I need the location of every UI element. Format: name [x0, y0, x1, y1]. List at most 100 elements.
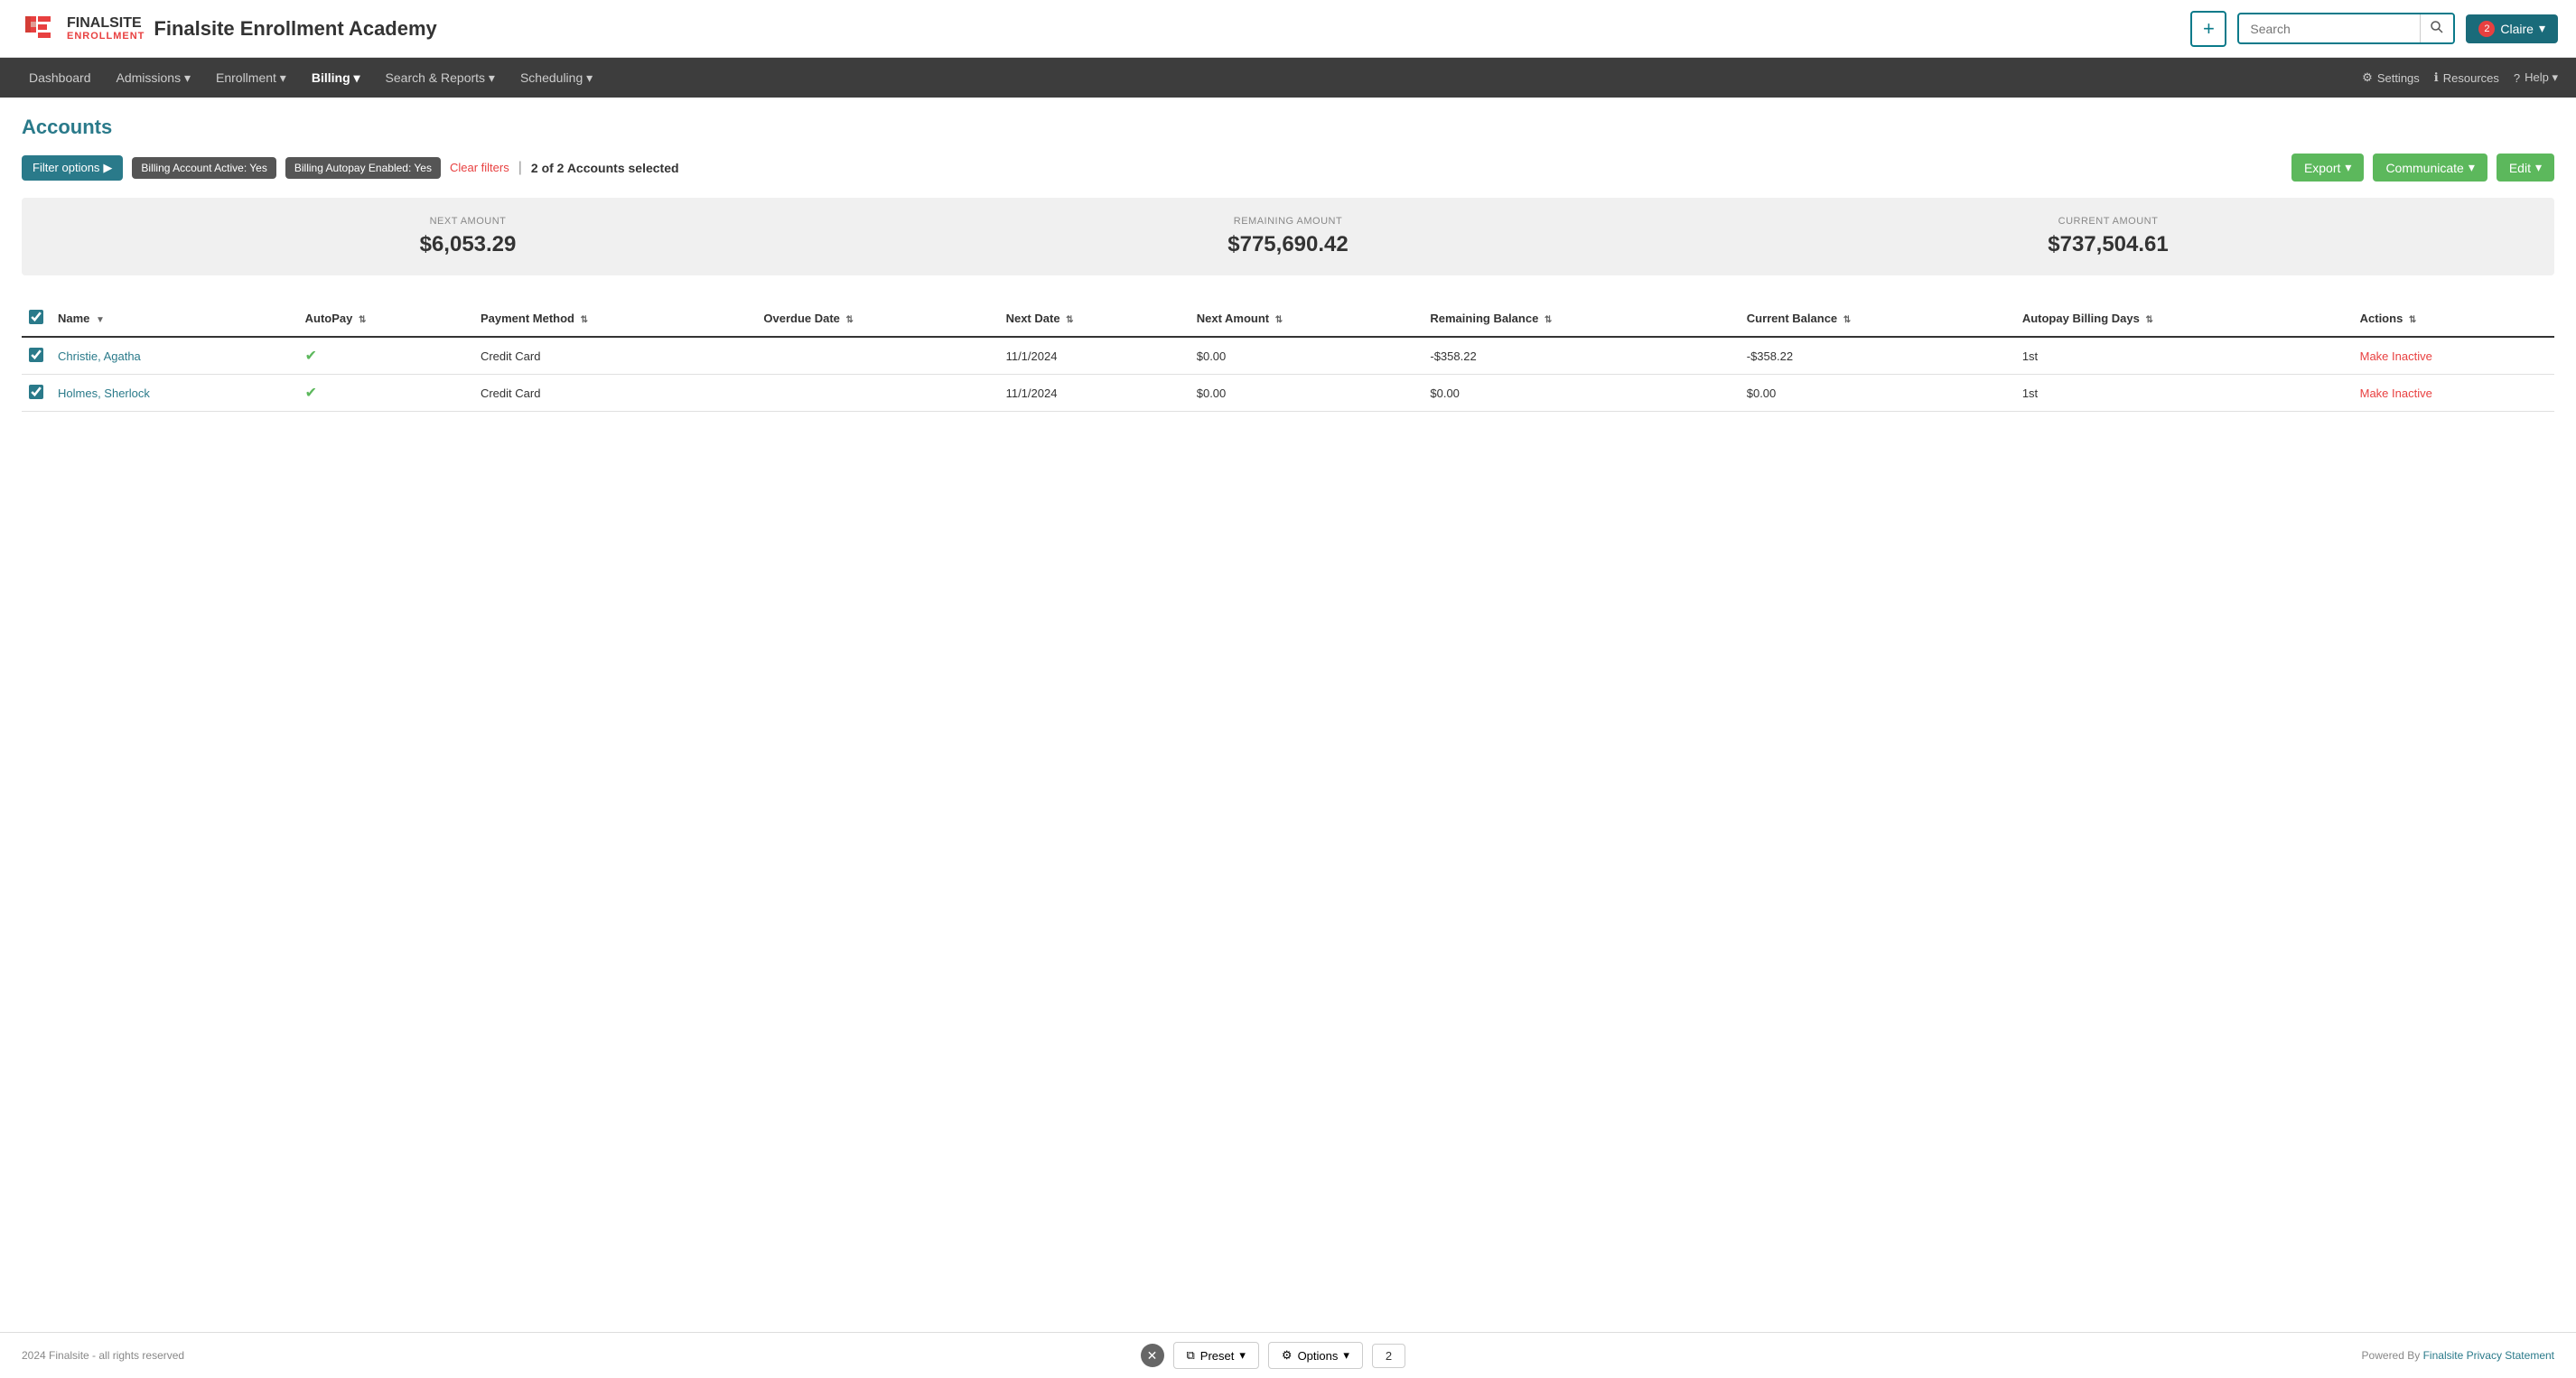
help-label: Help ▾	[2525, 70, 2558, 85]
search-icon	[2430, 20, 2444, 34]
communicate-chevron-icon: ▾	[2469, 160, 2475, 175]
col-name[interactable]: Name ▼	[51, 301, 298, 337]
help-icon: ?	[2514, 71, 2520, 85]
divider: |	[518, 160, 522, 176]
nav-item-scheduling[interactable]: Scheduling ▾	[509, 63, 603, 93]
finalsite-link[interactable]: Finalsite	[2423, 1349, 2467, 1362]
privacy-link[interactable]: Privacy Statement	[2467, 1349, 2554, 1362]
communicate-button[interactable]: Communicate ▾	[2373, 154, 2487, 182]
row-checkbox-0[interactable]	[29, 348, 43, 362]
edit-button[interactable]: Edit ▾	[2497, 154, 2554, 182]
user-menu-button[interactable]: 2 Claire ▾	[2466, 14, 2558, 43]
col-current-balance[interactable]: Current Balance ⇅	[1740, 301, 2015, 337]
logo-icon	[18, 9, 58, 49]
nav-item-billing[interactable]: Billing ▾	[301, 63, 371, 93]
col-next-date[interactable]: Next Date ⇅	[999, 301, 1190, 337]
search-input[interactable]	[2239, 16, 2420, 42]
options-chevron-icon: ▾	[1343, 1348, 1349, 1363]
options-gear-icon: ⚙	[1282, 1348, 1293, 1363]
row-checkbox-cell	[22, 337, 51, 375]
row-name-link-1[interactable]: Holmes, Sherlock	[58, 386, 150, 400]
settings-nav-item[interactable]: ⚙ Settings	[2362, 70, 2420, 85]
clear-filters-link[interactable]: Clear filters	[450, 161, 509, 174]
brand-sub: ENROLLMENT	[67, 31, 145, 42]
search-button[interactable]	[2420, 14, 2453, 42]
nav-item-dashboard[interactable]: Dashboard	[18, 63, 102, 92]
col-autopay[interactable]: AutoPay ⇅	[298, 301, 473, 337]
filter-options-button[interactable]: Filter options ▶	[22, 155, 123, 181]
info-icon: ℹ	[2434, 70, 2439, 85]
table-row: Holmes, Sherlock ✔ Credit Card 11/1/2024…	[22, 375, 2554, 412]
select-all-checkbox[interactable]	[29, 310, 43, 324]
filter-tag-active: Billing Account Active: Yes	[132, 157, 275, 179]
search-box	[2237, 13, 2455, 44]
brand-name: FINALSITE	[67, 15, 145, 32]
row-checkbox-cell	[22, 375, 51, 412]
filter-bar: Filter options ▶ Billing Account Active:…	[22, 154, 2554, 182]
close-footer-button[interactable]: ✕	[1141, 1344, 1164, 1367]
nav-right: ⚙ Settings ℹ Resources ? Help ▾	[2362, 70, 2558, 85]
row-action-link-1[interactable]: Make Inactive	[2360, 386, 2432, 400]
row-autopay-cell: ✔	[298, 375, 473, 412]
row-next-amount-cell: $0.00	[1190, 375, 1423, 412]
filter-tag-autopay: Billing Autopay Enabled: Yes	[285, 157, 441, 179]
row-action-link-0[interactable]: Make Inactive	[2360, 349, 2432, 363]
row-action-cell: Make Inactive	[2353, 337, 2554, 375]
footer-count: 2	[1372, 1344, 1405, 1368]
current-amount-value: $737,504.61	[1698, 232, 2518, 257]
selected-count: 2 of 2 Accounts selected	[531, 161, 679, 175]
preset-button[interactable]: ⧉ Preset ▾	[1173, 1342, 1259, 1369]
row-current-balance-cell: -$358.22	[1740, 337, 2015, 375]
footer-center: ✕ ⧉ Preset ▾ ⚙ Options ▾ 2	[1141, 1342, 1406, 1369]
next-date-sort-icon: ⇅	[1066, 315, 1073, 325]
remaining-amount-value: $775,690.42	[878, 232, 1698, 257]
edit-label: Edit	[2509, 161, 2531, 175]
main-nav: Dashboard Admissions ▾ Enrollment ▾ Bill…	[0, 58, 2576, 98]
row-name-link-0[interactable]: Christie, Agatha	[58, 349, 141, 363]
next-amount-label: NEXT AMOUNT	[58, 216, 878, 227]
col-payment-method[interactable]: Payment Method ⇅	[473, 301, 756, 337]
payment-method-sort-icon: ⇅	[581, 315, 588, 325]
col-actions[interactable]: Actions ⇅	[2353, 301, 2554, 337]
accounts-table: Name ▼ AutoPay ⇅ Payment Method ⇅ Overdu…	[22, 301, 2554, 412]
plus-button[interactable]: +	[2190, 11, 2226, 47]
remaining-balance-sort-icon: ⇅	[1545, 315, 1552, 325]
communicate-label: Communicate	[2385, 161, 2463, 175]
site-title: Finalsite Enrollment Academy	[154, 17, 436, 41]
nav-item-admissions[interactable]: Admissions ▾	[106, 63, 202, 93]
autopay-billing-days-sort-icon: ⇅	[2145, 315, 2152, 325]
col-overdue-date[interactable]: Overdue Date ⇅	[756, 301, 998, 337]
row-autopay-cell: ✔	[298, 337, 473, 375]
row-name-cell: Holmes, Sherlock	[51, 375, 298, 412]
autopay-sort-icon: ⇅	[359, 315, 366, 325]
col-next-amount[interactable]: Next Amount ⇅	[1190, 301, 1423, 337]
header-actions: + 2 Claire ▾	[2190, 11, 2558, 47]
col-autopay-billing-days[interactable]: Autopay Billing Days ⇅	[2015, 301, 2353, 337]
remaining-amount-label: REMAINING AMOUNT	[878, 216, 1698, 227]
notification-badge: 2	[2478, 21, 2495, 37]
row-payment-method-cell: Credit Card	[473, 375, 756, 412]
export-chevron-icon: ▾	[2345, 160, 2351, 175]
user-name: Claire	[2500, 22, 2534, 36]
resources-nav-item[interactable]: ℹ Resources	[2434, 70, 2499, 85]
preset-label: Preset	[1200, 1349, 1235, 1363]
filter-options-label: Filter options	[33, 161, 99, 174]
options-button[interactable]: ⚙ Options ▾	[1268, 1342, 1363, 1369]
row-autopay-billing-days-cell: 1st	[2015, 337, 2353, 375]
export-button[interactable]: Export ▾	[2291, 154, 2365, 182]
help-nav-item[interactable]: ? Help ▾	[2514, 70, 2558, 85]
row-current-balance-cell: $0.00	[1740, 375, 2015, 412]
logo-area: FINALSITE ENROLLMENT Finalsite Enrollmen…	[18, 9, 437, 49]
action-buttons: Export ▾ Communicate ▾ Edit ▾	[2291, 154, 2554, 182]
table-body: Christie, Agatha ✔ Credit Card 11/1/2024…	[22, 337, 2554, 412]
row-checkbox-1[interactable]	[29, 385, 43, 399]
autopay-check-icon: ✔	[305, 386, 317, 401]
col-remaining-balance[interactable]: Remaining Balance ⇅	[1423, 301, 1739, 337]
filter-arrow-icon: ▶	[103, 161, 112, 175]
nav-item-search-reports[interactable]: Search & Reports ▾	[375, 63, 506, 93]
footer-copyright: 2024 Finalsite - all rights reserved	[22, 1349, 184, 1362]
footer-right: Powered By Finalsite Privacy Statement	[2362, 1349, 2554, 1362]
row-payment-method-cell: Credit Card	[473, 337, 756, 375]
row-action-cell: Make Inactive	[2353, 375, 2554, 412]
nav-item-enrollment[interactable]: Enrollment ▾	[205, 63, 297, 93]
